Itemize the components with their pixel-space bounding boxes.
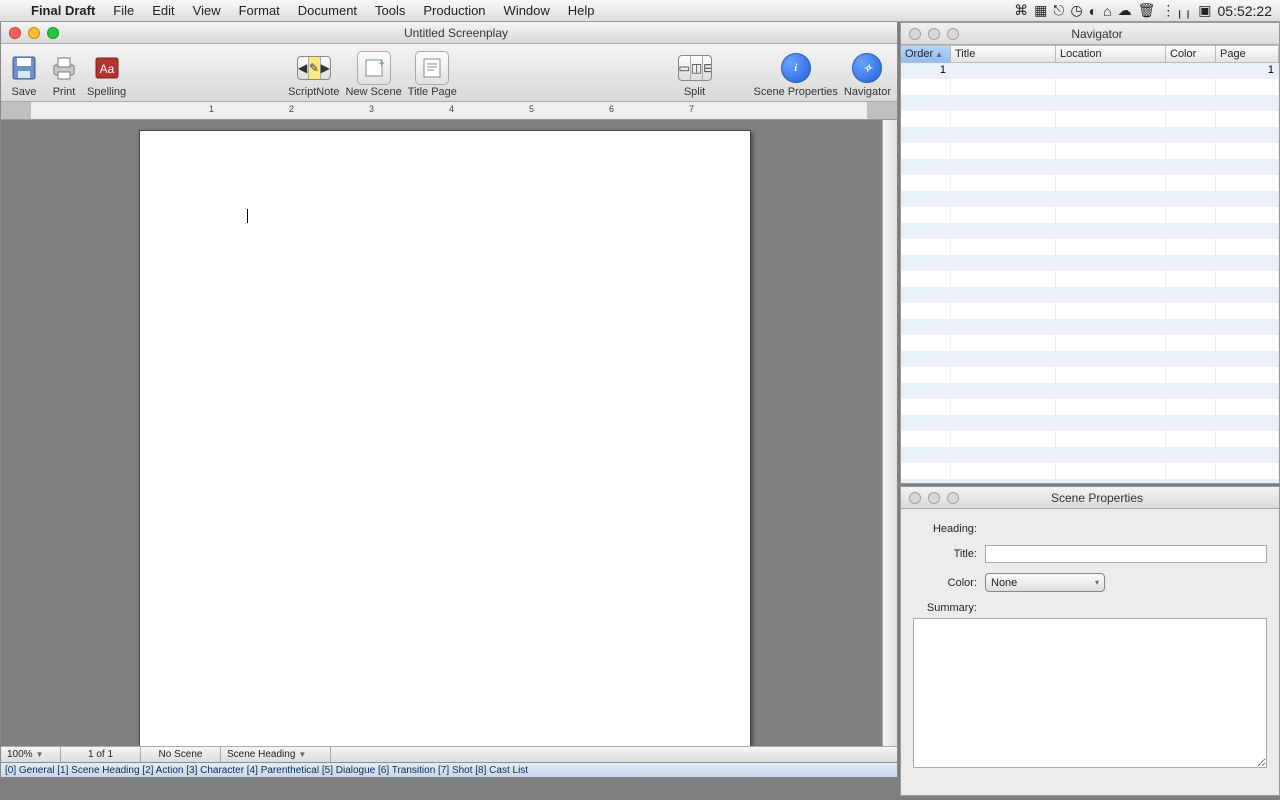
navigator-button[interactable]: ✧ Navigator: [844, 51, 891, 98]
ruler[interactable]: 1 2 3 4 5 6 7: [1, 102, 897, 120]
status-icon[interactable]: ⌂: [1103, 3, 1111, 19]
macro-bar[interactable]: [0] General [1] Scene Heading [2] Action…: [1, 762, 897, 777]
next-note-icon[interactable]: ▶: [320, 57, 330, 79]
col-title[interactable]: Title: [951, 46, 1056, 62]
sceneprops-titlebar[interactable]: Scene Properties: [901, 487, 1279, 509]
status-icon[interactable]: 🗑: [1138, 2, 1156, 19]
save-button[interactable]: Save: [7, 51, 41, 98]
document-canvas[interactable]: [1, 120, 897, 746]
menu-tools[interactable]: Tools: [366, 3, 414, 18]
vertical-scrollbar[interactable]: [882, 120, 897, 746]
split-v-icon[interactable]: ◫: [690, 56, 702, 80]
date-icon[interactable]: ▣: [1198, 2, 1211, 19]
svg-text:+: +: [378, 57, 385, 70]
new-scene-button[interactable]: + New Scene: [346, 51, 402, 98]
title-page-button[interactable]: Title Page: [408, 51, 457, 98]
titlebar[interactable]: Untitled Screenplay: [1, 22, 897, 44]
element-selector[interactable]: Scene Heading▼: [221, 747, 331, 762]
menu-file[interactable]: File: [104, 3, 143, 18]
summary-field[interactable]: [913, 618, 1267, 768]
split-button[interactable]: ▭◫⊟ Split: [678, 51, 712, 98]
title-field[interactable]: [985, 545, 1267, 563]
page[interactable]: [139, 130, 751, 746]
status-bar: 100%▼ 1 of 1 No Scene Scene Heading▼: [1, 746, 897, 762]
status-icon[interactable]: ◷: [1070, 2, 1082, 19]
app-menu[interactable]: Final Draft: [22, 3, 104, 18]
navigator-title: Navigator: [915, 27, 1279, 41]
system-menubar: Final Draft File Edit View Format Docume…: [0, 0, 1280, 22]
col-location[interactable]: Location: [1056, 46, 1166, 62]
sceneprops-title: Scene Properties: [915, 491, 1279, 505]
page-indicator[interactable]: 1 of 1: [61, 747, 141, 762]
menu-edit[interactable]: Edit: [143, 3, 183, 18]
menu-help[interactable]: Help: [559, 3, 604, 18]
note-icon[interactable]: ✎: [308, 57, 320, 79]
info-icon: i: [781, 53, 811, 83]
zoom-level[interactable]: 100%▼: [1, 747, 61, 762]
text-cursor: [247, 209, 248, 223]
status-icon[interactable]: ◐: [1089, 3, 1097, 19]
col-order[interactable]: Order▲: [901, 46, 951, 62]
navigator-window: Navigator Order▲ Title Location Color Pa…: [900, 22, 1280, 484]
navigator-row[interactable]: 1 1: [901, 63, 1279, 79]
compass-icon: ✧: [852, 53, 882, 83]
color-label: Color:: [913, 577, 977, 589]
col-page[interactable]: Page: [1216, 46, 1279, 62]
status-icon[interactable]: ⌘: [1014, 2, 1028, 19]
navigator-titlebar[interactable]: Navigator: [901, 23, 1279, 45]
status-icon[interactable]: ▦: [1034, 2, 1047, 19]
clock[interactable]: 05:52:22: [1218, 3, 1273, 19]
prev-note-icon[interactable]: ◀: [298, 57, 308, 79]
scriptnote-button[interactable]: ◀✎▶ ScriptNote: [288, 51, 339, 98]
menu-window[interactable]: Window: [495, 3, 559, 18]
scene-properties-button[interactable]: i Scene Properties: [754, 51, 838, 98]
status-icon[interactable]: ☁: [1118, 2, 1132, 19]
spelling-button[interactable]: Aa Spelling: [87, 51, 126, 98]
title-label: Title:: [913, 548, 977, 560]
menu-production[interactable]: Production: [414, 3, 494, 18]
scene-properties-window: Scene Properties Heading: Title: Color: …: [900, 486, 1280, 796]
navigator-rows[interactable]: 1 1: [901, 63, 1279, 483]
svg-text:Aa: Aa: [99, 62, 114, 76]
navigator-header[interactable]: Order▲ Title Location Color Page: [901, 45, 1279, 63]
document-window: Untitled Screenplay Save Print Aa Spelli…: [0, 22, 898, 778]
print-button[interactable]: Print: [47, 51, 81, 98]
split-h-icon[interactable]: ⊟: [702, 56, 711, 80]
menu-document[interactable]: Document: [289, 3, 366, 18]
color-select[interactable]: None▾: [985, 573, 1105, 592]
menu-format[interactable]: Format: [230, 3, 289, 18]
menu-extras: ⌘ ▦ ⎋ ◷ ◐ ⌂ ☁ 🗑 ⋮╷╷ ▣ 05:52:22: [1014, 2, 1280, 19]
wifi-icon[interactable]: ⋮╷╷: [1161, 2, 1192, 19]
toolbar: Save Print Aa Spelling ◀✎▶ ScriptNote + …: [1, 44, 897, 102]
split-single-icon[interactable]: ▭: [679, 56, 690, 80]
window-title: Untitled Screenplay: [15, 26, 897, 40]
status-icon[interactable]: ⎋: [1053, 2, 1064, 19]
scene-indicator[interactable]: No Scene: [141, 747, 221, 762]
menu-view[interactable]: View: [184, 3, 230, 18]
heading-label: Heading:: [913, 523, 977, 535]
col-color[interactable]: Color: [1166, 46, 1216, 62]
summary-label: Summary:: [913, 602, 977, 614]
